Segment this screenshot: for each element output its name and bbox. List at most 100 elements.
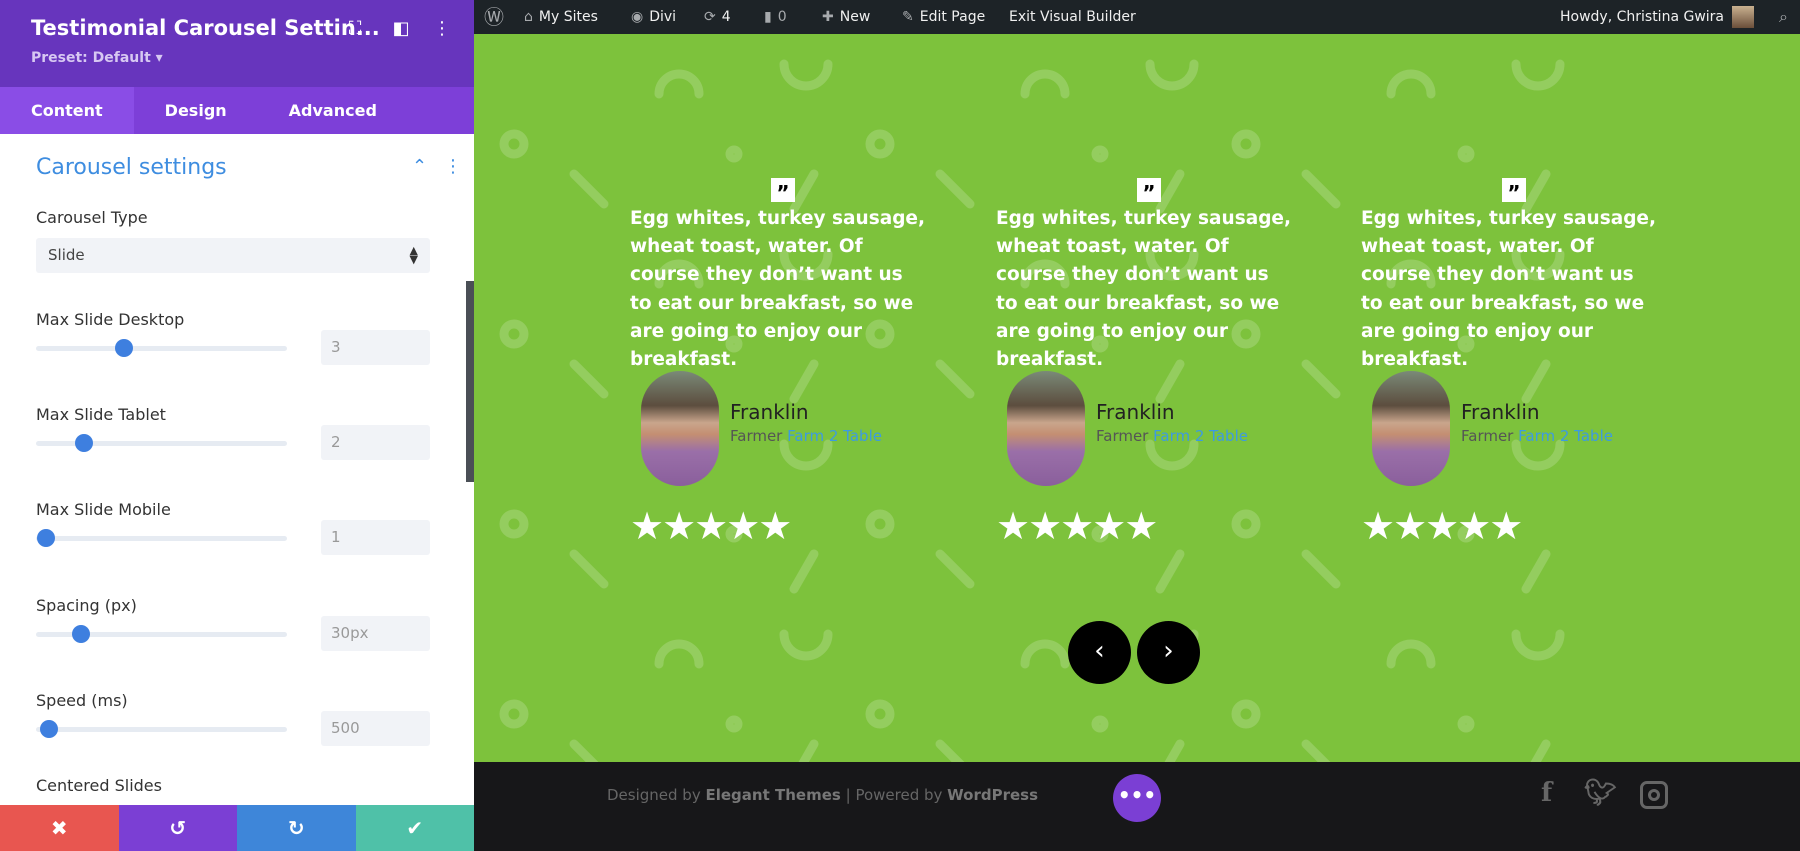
star-rating: ★★★★★ [1361,504,1523,548]
avatar [1007,371,1085,486]
slider-label: Max Slide Tablet [36,405,166,424]
avatar [1372,371,1450,486]
company-link[interactable]: Farm 2 Table [1153,427,1248,445]
chevron-up-icon[interactable]: ⌃ [412,156,427,177]
wordpress-link[interactable]: WordPress [947,786,1038,804]
settings-panel: Testimonial Carousel Settin... Preset: D… [0,0,474,851]
slider-value-input[interactable]: 500 [321,711,430,746]
comment-icon: ▮ [764,9,772,25]
section-menu-icon[interactable]: ⋮ [444,156,462,177]
pencil-icon: ✎ [902,9,914,25]
comments-link[interactable]: ▮ 0 [764,0,787,34]
cancel-button[interactable]: ✖ [0,805,119,851]
facebook-icon[interactable]: f [1541,778,1552,808]
action-buttons: ✖ ↺ ↻ ✔ [0,805,474,851]
save-button[interactable]: ✔ [355,805,474,851]
slider-handle[interactable] [72,625,91,643]
slider-track[interactable] [36,720,287,738]
plus-icon: ✚ [822,9,834,25]
star-rating: ★★★★★ [996,504,1158,548]
author-role: Farmer Farm 2 Table [1461,427,1613,445]
comments-count: 0 [777,9,787,25]
next-arrow-button[interactable]: › [1137,621,1200,684]
testimonial-quote: Egg whites, turkey sausage, wheat toast,… [1361,208,1657,371]
slider-label: Max Slide Desktop [36,310,185,329]
carousel-type-label: Carousel Type [36,208,148,227]
author-name: Franklin [730,400,809,424]
slider-handle[interactable] [74,434,93,452]
tab-design[interactable]: Design [134,87,258,134]
slider-handle[interactable] [37,529,56,547]
panel-tabs: Content Design Advanced [0,87,474,134]
testimonial-quote: Egg whites, turkey sausage, wheat toast,… [630,208,926,371]
wp-admin-bar: Ⓦ ⌂ My Sites ◉ Divi ⟳ 4 ▮ 0 ✚ New ✎ Edit Page … [474,0,1800,34]
updates-count: 4 [721,9,731,25]
new-link[interactable]: ✚ New [822,0,870,34]
separator: | [845,786,851,804]
slider-value-input[interactable]: 3 [321,330,430,365]
undo-button[interactable]: ↺ [118,805,237,851]
slider-label: Speed (ms) [36,691,128,710]
instagram-icon[interactable] [1640,781,1668,809]
redo-button[interactable]: ↻ [237,805,356,851]
quote-icon: ” [1502,178,1526,205]
my-sites-link[interactable]: ⌂ My Sites [524,0,598,34]
user-avatar[interactable] [1732,6,1754,28]
site-footer: Designed by Elegant Themes | Powered by … [474,762,1800,851]
exit-visual-builder-link[interactable]: Exit Visual Builder [1009,0,1136,34]
wordpress-logo-icon[interactable]: Ⓦ [484,0,504,34]
centered-slides-label: Centered Slides [36,776,162,795]
panel-title: Testimonial Carousel Settin... [31,16,380,40]
slider-handle[interactable] [39,720,58,738]
updates-icon: ⟳ [704,9,716,25]
footer-credits: Designed by Elegant Themes | Powered by … [607,786,1038,804]
elegant-themes-link[interactable]: Elegant Themes [706,786,841,804]
twitter-icon[interactable]: 🐦︎ [1584,778,1617,808]
author-name: Franklin [1096,400,1175,424]
testimonial-quote: Egg whites, turkey sausage, wheat toast,… [996,208,1292,371]
panel-scrollbar[interactable] [466,281,474,482]
more-options-icon[interactable]: ⋮ [430,18,454,39]
howdy-user[interactable]: Howdy, Christina Gwira [1560,0,1724,34]
author-role: Farmer Farm 2 Table [730,427,882,445]
fullscreen-icon[interactable]: ⛶ [343,18,367,39]
prev-arrow-button[interactable]: ‹ [1068,621,1131,684]
slider-handle[interactable] [114,339,133,357]
new-label: New [839,9,871,25]
slider-track[interactable] [36,529,287,547]
star-rating: ★★★★★ [630,504,792,548]
role-text: Farmer [1096,427,1149,445]
my-sites-label: My Sites [538,9,598,25]
carousel-type-value: Slide [48,246,85,264]
slider-value-input[interactable]: 1 [321,520,430,555]
company-link[interactable]: Farm 2 Table [787,427,882,445]
updates-link[interactable]: ⟳ 4 [704,0,731,34]
divi-link[interactable]: ◉ Divi [631,0,676,34]
split-view-icon[interactable]: ◧ [389,18,413,39]
section-title[interactable]: Carousel settings [36,155,227,180]
slider-value-input[interactable]: 30px [321,616,430,651]
powered-by-text: Powered by [855,786,943,804]
tab-content[interactable]: Content [0,87,134,134]
search-icon[interactable]: ⌕ [1779,0,1788,34]
quote-icon: ” [1137,178,1161,205]
edit-page-link[interactable]: ✎ Edit Page [902,0,985,34]
testimonial-section: ” Egg whites, turkey sausage, wheat toas… [474,34,1800,762]
role-text: Farmer [1461,427,1514,445]
designed-by-text: Designed by [607,786,701,804]
quote-icon: ” [771,178,795,205]
tab-advanced[interactable]: Advanced [258,87,408,134]
slider-track[interactable] [36,625,287,643]
slider-value-input[interactable]: 2 [321,425,430,460]
dashboard-icon: ◉ [631,9,644,25]
edit-page-label: Edit Page [919,9,986,25]
preset-dropdown[interactable]: Preset: Default ▾ [31,50,163,66]
slider-track[interactable] [36,434,287,452]
builder-menu-button[interactable]: ••• [1113,774,1161,822]
role-text: Farmer [730,427,783,445]
company-link[interactable]: Farm 2 Table [1518,427,1613,445]
carousel-type-select[interactable]: Slide ▲ ▼ [36,238,430,273]
sites-icon: ⌂ [524,9,533,25]
slider-track[interactable] [36,339,287,357]
divi-label: Divi [649,9,677,25]
